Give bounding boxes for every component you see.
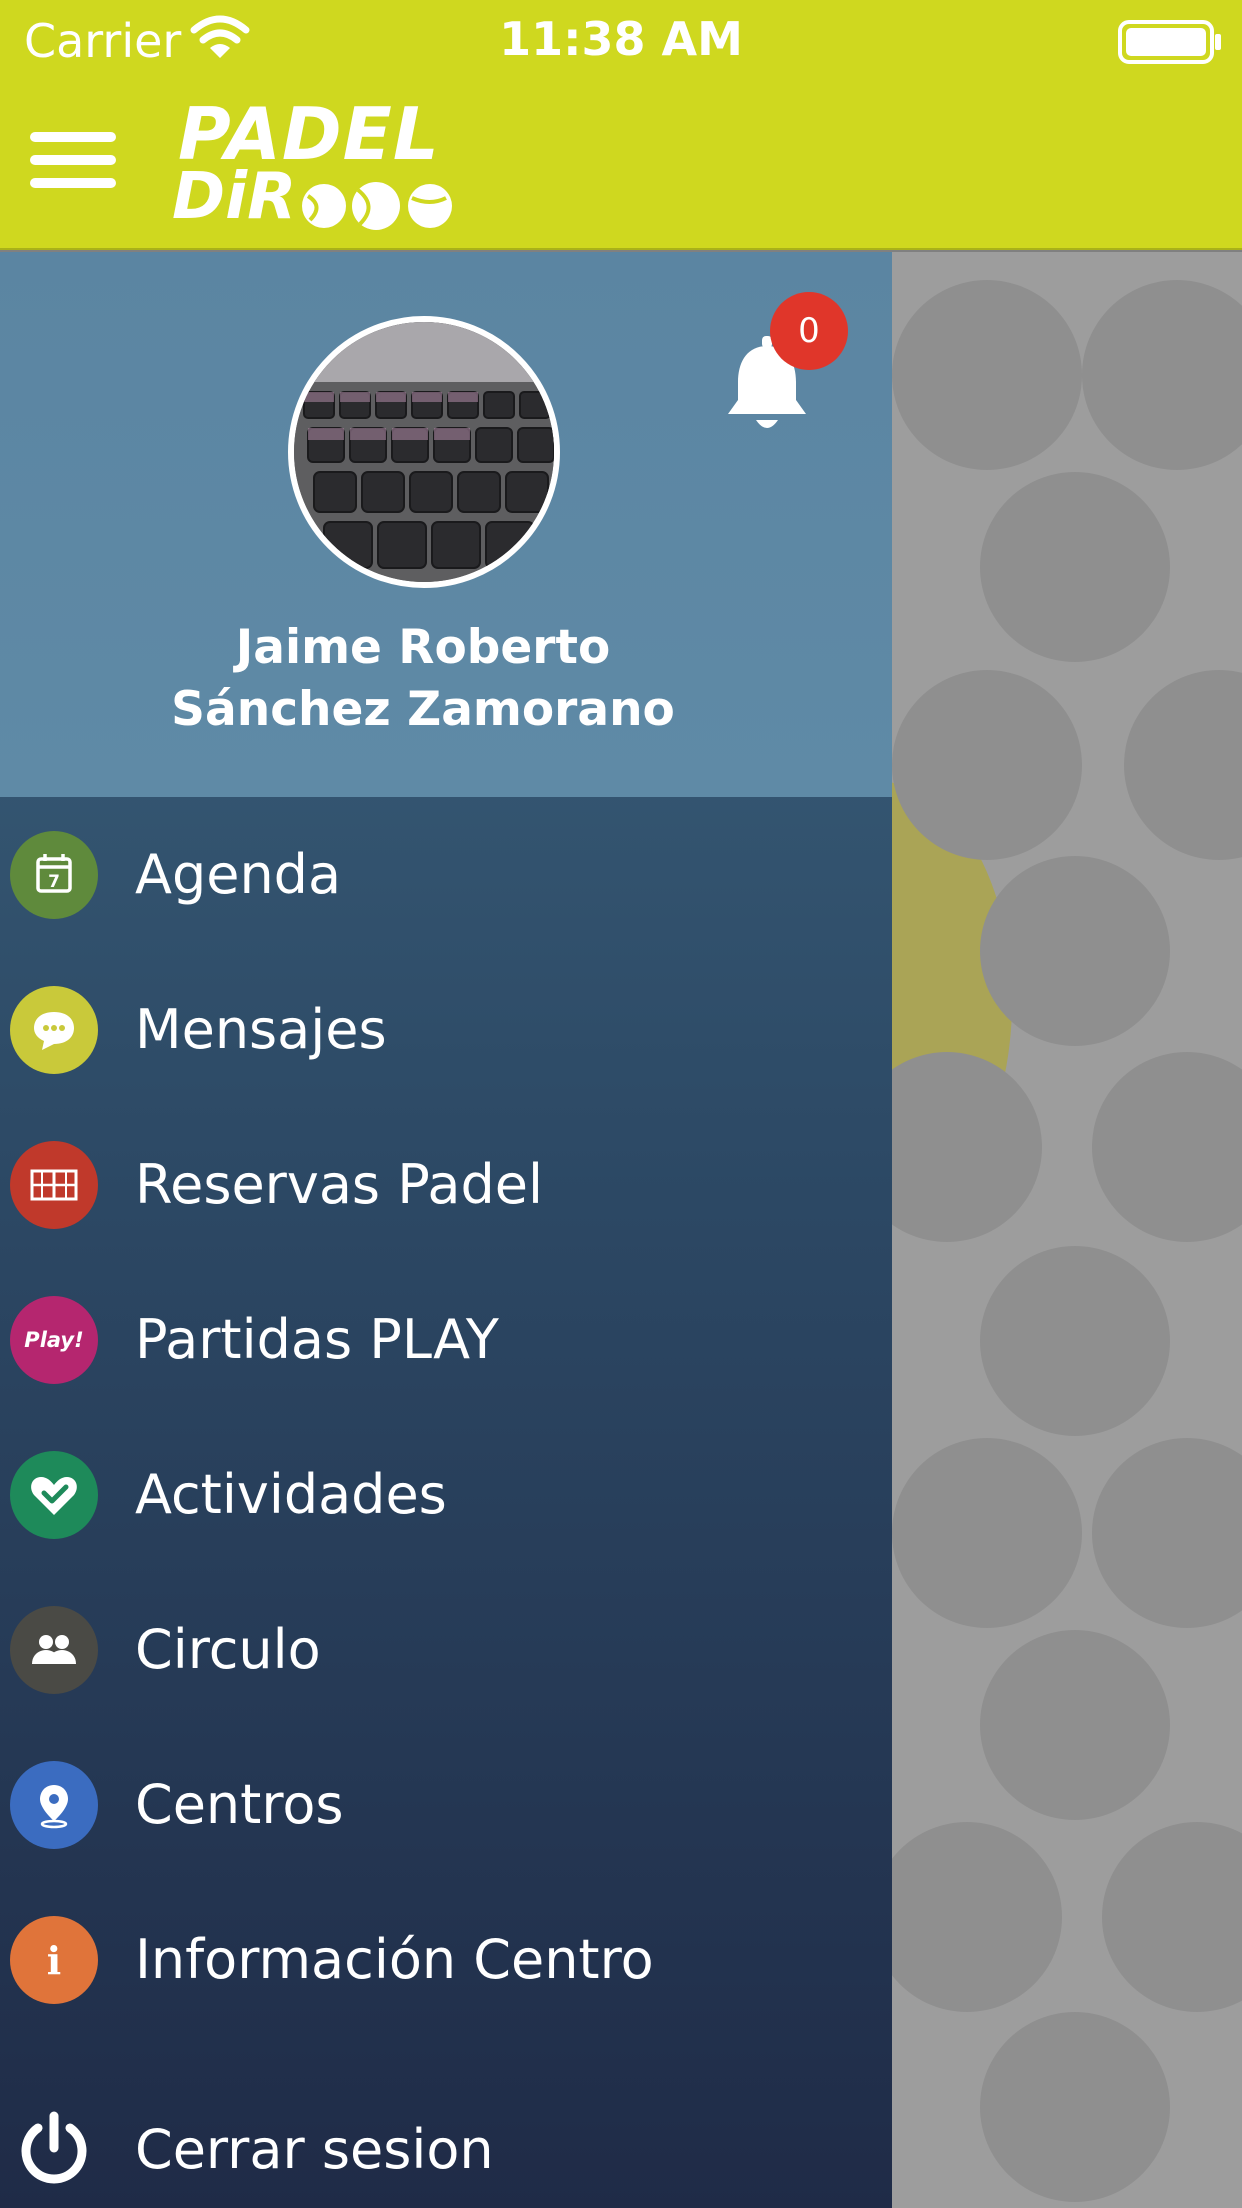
tactics-icon [1082, 280, 1242, 470]
side-drawer: Jaime Roberto Sánchez Zamorano 0 7 Agend… [0, 252, 892, 2208]
svg-text:7: 7 [48, 872, 60, 892]
hamburger-line [30, 132, 116, 142]
hamburger-line [30, 155, 116, 165]
flag-icon [1092, 1438, 1242, 1628]
logo-text-dir: DiR [172, 160, 297, 234]
menu-item-centros[interactable]: Centros [0, 1727, 892, 1882]
menu-item-partidas-play[interactable]: Play! Partidas PLAY [0, 1262, 892, 1417]
flag-icon [980, 2012, 1170, 2202]
avatar[interactable] [288, 316, 560, 588]
menu-label: Partidas PLAY [135, 1308, 499, 1371]
profile-header: Jaime Roberto Sánchez Zamorano 0 [0, 252, 892, 797]
menu-label: Circulo [135, 1618, 321, 1681]
logout-button[interactable]: Cerrar sesion [0, 2092, 892, 2208]
court-icon [10, 1141, 98, 1229]
notification-badge: 0 [770, 292, 848, 370]
logout-label: Cerrar sesion [135, 2118, 494, 2181]
status-bar: Carrier 11:38 AM [0, 0, 1242, 80]
menu-item-actividades[interactable]: Actividades [0, 1417, 892, 1572]
menu-label: Agenda [135, 843, 342, 906]
user-last-names: Sánchez Zamorano [171, 682, 675, 737]
podium-icon [1092, 1052, 1242, 1242]
menu-item-circulo[interactable]: Circulo [0, 1572, 892, 1727]
svg-text:Play!: Play! [24, 1328, 83, 1352]
podium-icon [980, 472, 1170, 662]
menu-label: Mensajes [135, 998, 387, 1061]
padel-balls-icon [302, 182, 452, 230]
ticket-icon [1102, 1822, 1242, 2012]
ticket-icon [892, 670, 1082, 860]
runner-icon [980, 1630, 1170, 1820]
people-icon [10, 1606, 98, 1694]
basketball-icon [892, 1438, 1082, 1628]
keyboard-photo [294, 322, 554, 582]
heart-check-icon [10, 1451, 98, 1539]
menu-item-informacion-centro[interactable]: i Información Centro [0, 1882, 892, 2037]
menu-label: Centros [135, 1773, 344, 1836]
app-logo: PADEL DiR [172, 92, 472, 234]
menu-item-reservas-padel[interactable]: Reservas Padel [0, 1107, 892, 1262]
menu-label: Reservas Padel [135, 1153, 543, 1216]
power-icon [21, 2111, 87, 2184]
status-time: 11:38 AM [499, 12, 743, 66]
tactics-icon [892, 1822, 1062, 2012]
menu-label: Información Centro [135, 1928, 654, 1991]
calendar-icon: 7 [10, 831, 98, 919]
ball-icon [1124, 670, 1242, 860]
location-pin-icon [10, 1761, 98, 1849]
menu-label: Actividades [135, 1463, 447, 1526]
runner-icon [892, 1052, 1042, 1242]
flag-icon [892, 280, 1082, 470]
user-name: Jaime Roberto Sánchez Zamorano [0, 617, 846, 741]
chat-icon [10, 986, 98, 1074]
hamburger-line [30, 178, 116, 188]
info-icon: i [10, 1916, 98, 2004]
play-icon: Play! [10, 1296, 98, 1384]
battery-icon [1118, 20, 1221, 64]
svg-text:i: i [47, 1938, 61, 1983]
background-content-overlay[interactable] [892, 252, 1242, 2208]
menu-item-agenda[interactable]: 7 Agenda [0, 797, 892, 952]
menu-toggle-button[interactable] [30, 126, 116, 194]
ticket-icon [980, 1246, 1170, 1436]
menu-item-mensajes[interactable]: Mensajes [0, 952, 892, 1107]
user-first-names: Jaime Roberto [235, 620, 611, 675]
app-header: Carrier 11:38 AM PADEL DiR [0, 0, 1242, 250]
flag-icon [980, 856, 1170, 1046]
